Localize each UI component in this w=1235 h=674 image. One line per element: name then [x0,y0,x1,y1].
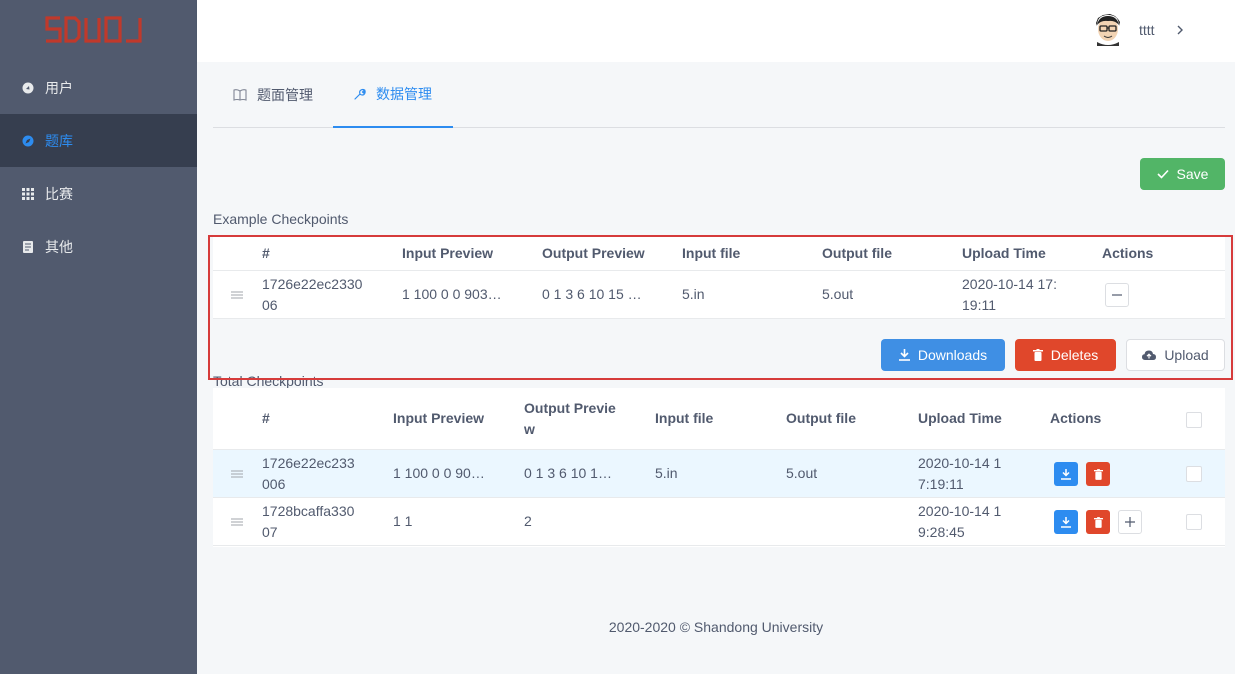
output-preview: 0 1 3 6 10 1… [524,465,612,481]
username[interactable]: tttt [1139,22,1155,38]
delete-button[interactable] [1086,462,1110,486]
drag-handle-icon[interactable] [231,498,243,545]
total-checkpoints-table: # Input Preview Output Previe w Input fi… [213,388,1225,547]
column-header: # [262,410,270,426]
row-checkbox[interactable] [1186,466,1202,482]
book-icon [233,89,247,101]
table-header-row: # Input Preview Output Previe w Input fi… [213,388,1225,450]
table-row[interactable]: 1726e22ec233 006 1 100 0 0 90… 0 1 3 6 1… [213,450,1225,498]
upload-time: 2020-10-14 1 7:19:11 [918,454,1002,492]
input-preview: 1 100 0 0 90… [393,465,485,481]
upload-time: 2020-10-14 1 9:28:45 [918,502,1002,540]
input-file: 5.in [655,465,678,481]
add-to-example-button[interactable] [1118,510,1142,534]
wrench-icon [353,88,366,101]
plus-icon [1125,517,1135,527]
drag-handle-icon[interactable] [231,450,243,497]
tab-label: 题面管理 [257,88,313,104]
tab-label: 数据管理 [376,87,432,103]
download-button[interactable] [1054,510,1078,534]
save-button[interactable]: Save [1140,158,1225,190]
sidebar-item-label: 其他 [45,239,73,256]
column-header: Actions [1050,410,1102,426]
output-file: 5.out [786,465,818,481]
top-header: tttt [197,0,1235,62]
column-header: Input Preview [393,410,485,426]
sidebar-item-contests[interactable]: 比赛 [0,167,197,220]
sduoj-logo[interactable] [44,14,142,46]
tab-data-management[interactable]: 数据管理 [333,62,453,128]
tab-bar: 题面管理 数据管理 [213,62,1225,128]
user-circle-icon [22,82,34,94]
checkpoint-id: 1728bcaffa330 07 [262,502,355,540]
sidebar-item-users[interactable]: 用户 [0,61,197,114]
download-icon [1061,516,1071,528]
compass-icon [22,135,34,147]
column-header: Output file [786,410,856,426]
sidebar-item-label: 比赛 [45,186,73,203]
output-preview: 2 [524,513,532,529]
select-all-checkbox[interactable] [1186,412,1202,428]
column-header: Output Previe w [524,399,616,437]
column-header: Upload Time [918,410,1002,426]
example-checkpoints-title: Example Checkpoints [213,211,349,227]
sidebar-item-others[interactable]: 其他 [0,220,197,273]
tab-problem-statement[interactable]: 题面管理 [213,62,333,128]
check-icon [1156,169,1169,179]
sidebar: 用户 题库 比赛 其他 [0,0,197,674]
trash-icon [1093,468,1103,480]
sidebar-item-label: 题库 [45,133,73,150]
checkpoint-id: 1726e22ec233 006 [262,454,355,492]
chevron-right-icon[interactable] [1177,25,1183,35]
document-icon [22,240,34,253]
footer-copyright: 2020-2020 © Shandong University [608,619,824,635]
sidebar-item-problems[interactable]: 题库 [0,114,197,167]
table-row[interactable]: 1728bcaffa330 07 1 1 2 2020-10-14 1 9:28… [213,498,1225,546]
sidebar-item-label: 用户 [45,80,73,97]
column-header: Input file [655,410,714,426]
download-button[interactable] [1054,462,1078,486]
row-checkbox[interactable] [1186,514,1202,530]
download-icon [1061,468,1071,480]
delete-button[interactable] [1086,510,1110,534]
grid-icon [22,187,34,200]
input-preview: 1 1 [393,513,413,529]
trash-icon [1093,516,1103,528]
highlight-box [208,235,1233,380]
avatar[interactable] [1093,14,1123,46]
